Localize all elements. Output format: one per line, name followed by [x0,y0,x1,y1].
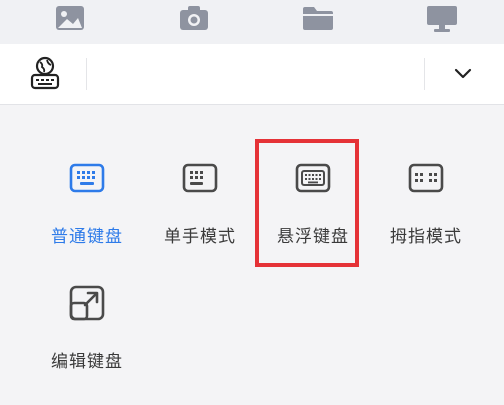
input-divider [86,58,87,90]
top-toolbar [0,0,504,44]
input-bar [0,44,504,105]
mode-one-hand[interactable]: 单手模式 [150,158,250,268]
edit-keyboard-icon [67,283,107,323]
folder-icon[interactable] [300,3,336,33]
mode-label: 普通键盘 [51,227,123,247]
chevron-down-icon[interactable] [452,64,474,84]
highlight-box [255,139,359,267]
mode-standard-keyboard[interactable]: 普通键盘 [37,158,137,268]
monitor-icon[interactable] [424,3,460,33]
dropdown-divider [424,58,425,90]
mode-thumb[interactable]: 拇指模式 [376,158,476,268]
mode-label: 单手模式 [164,227,236,247]
globe-keyboard-icon[interactable] [30,56,60,90]
mode-label: 拇指模式 [390,227,462,247]
mode-edit-keyboard[interactable]: 编辑键盘 [37,283,137,393]
keyboard-standard-icon [67,158,107,198]
keyboard-one-hand-icon [180,158,220,198]
keyboard-thumb-icon [406,158,446,198]
image-icon[interactable] [52,3,88,33]
mode-label: 编辑键盘 [51,352,123,372]
camera-icon[interactable] [176,3,212,33]
